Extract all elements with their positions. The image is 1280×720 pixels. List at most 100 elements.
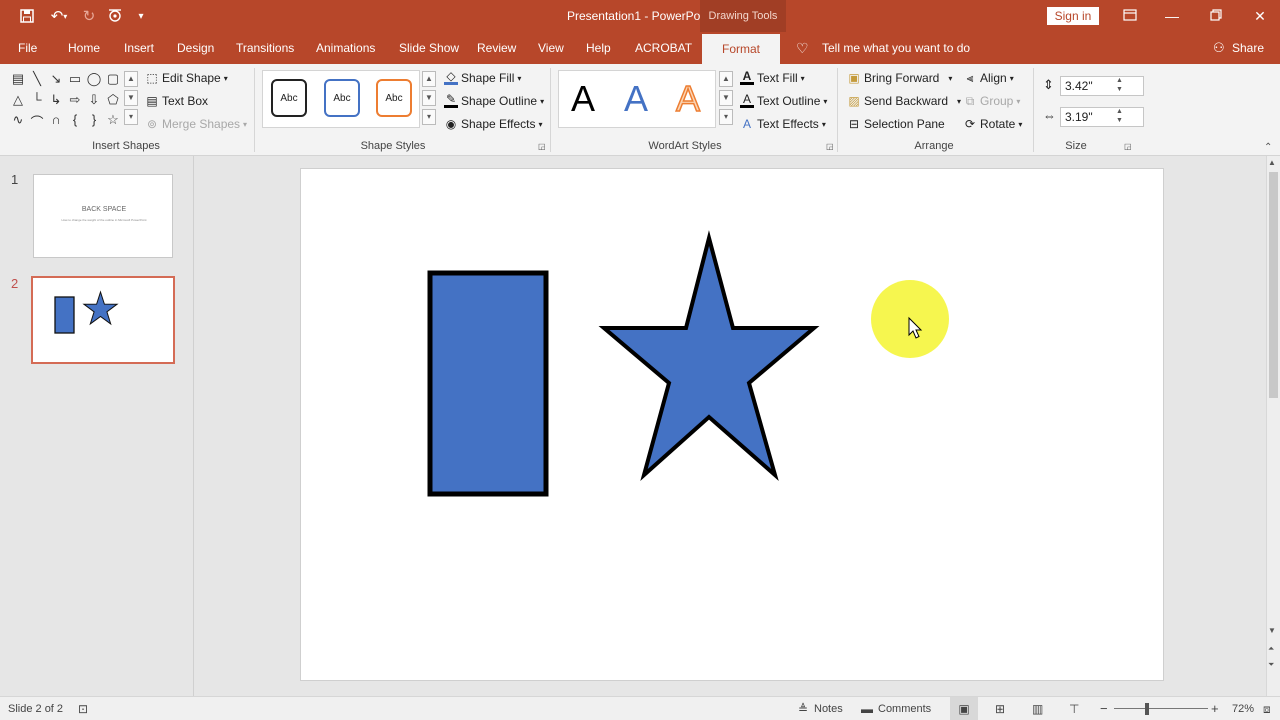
- tab-design[interactable]: Design: [177, 32, 214, 64]
- wordart-black-letter[interactable]: A: [571, 76, 595, 122]
- tab-view[interactable]: View: [538, 32, 564, 64]
- star-shape-icon[interactable]: ☆: [104, 112, 122, 128]
- vertical-scrollbar[interactable]: ▲ ▼ ⏶ ⏷: [1266, 156, 1280, 696]
- styles-scroll-up-icon[interactable]: ▲: [422, 71, 436, 87]
- rounded-rect-shape-icon[interactable]: ▢: [104, 71, 122, 87]
- right-arrow-shape-icon[interactable]: ⇨: [66, 92, 84, 108]
- elbow-connector-shape-icon[interactable]: └: [28, 92, 46, 107]
- wordart-orange-letter[interactable]: A: [675, 76, 701, 122]
- tab-home[interactable]: Home: [68, 32, 100, 64]
- merge-shapes-button[interactable]: ⊚ Merge Shapes ▾: [145, 114, 247, 134]
- shape-effects-button[interactable]: ◉ Shape Effects ▾: [444, 114, 543, 134]
- scroll-down-icon[interactable]: ▼: [1268, 626, 1276, 635]
- shape-height-input[interactable]: 3.42": [1060, 76, 1144, 96]
- wordart-scroll-down-icon[interactable]: ▼: [719, 90, 733, 106]
- align-button[interactable]: ⫷ Align ▾: [963, 68, 1014, 88]
- selection-pane-button[interactable]: ⊟ Selection Pane: [847, 114, 945, 134]
- collapse-ribbon-icon[interactable]: ⌃: [1264, 142, 1272, 153]
- blue-rectangle-shape[interactable]: [427, 270, 549, 497]
- tab-format[interactable]: Format: [702, 34, 780, 64]
- zoom-slider[interactable]: [1114, 708, 1208, 709]
- prev-slide-icon[interactable]: ⏶: [1268, 644, 1274, 654]
- restore-icon[interactable]: [1194, 0, 1238, 32]
- shapes-scroll-up-icon[interactable]: ▲: [124, 71, 138, 87]
- wordart-blue-letter[interactable]: A: [624, 76, 648, 122]
- tab-file[interactable]: File: [18, 32, 37, 64]
- slide-thumbnail-2[interactable]: [31, 276, 175, 364]
- styles-scroll-down-icon[interactable]: ▼: [422, 90, 436, 106]
- shape-outline-button[interactable]: ✎ Shape Outline ▾: [444, 91, 544, 111]
- tab-insert[interactable]: Insert: [124, 32, 154, 64]
- line-shape-icon[interactable]: ╲: [28, 71, 46, 87]
- slideshow-view-icon[interactable]: ⊤: [1069, 697, 1079, 720]
- shape-styles-launcher-icon[interactable]: ◲: [538, 142, 546, 151]
- textbox-shape-icon[interactable]: ▤: [9, 71, 27, 87]
- ribbon-display-icon[interactable]: [1108, 0, 1152, 32]
- shape-width-input[interactable]: 3.19": [1060, 107, 1144, 127]
- normal-view-icon[interactable]: ▣: [950, 697, 978, 720]
- tab-help[interactable]: Help: [586, 32, 611, 64]
- rotate-button[interactable]: ⟳ Rotate ▾: [963, 114, 1022, 134]
- arrow-line-shape-icon[interactable]: ↘: [47, 71, 65, 87]
- notes-button[interactable]: Notes: [814, 697, 843, 720]
- slide-canvas[interactable]: [300, 168, 1164, 681]
- text-outline-button[interactable]: A Text Outline ▾: [740, 91, 827, 111]
- send-backward-button[interactable]: ▨ Send Backward ▾: [847, 91, 961, 111]
- zoom-out-icon[interactable]: −: [1100, 697, 1108, 720]
- share-button[interactable]: Share: [1232, 32, 1264, 64]
- sign-in-button[interactable]: Sign in: [1047, 7, 1099, 25]
- brace-right-shape-icon[interactable]: }: [85, 112, 103, 127]
- shapes-more-icon[interactable]: ▾: [124, 109, 138, 125]
- zoom-in-icon[interactable]: +: [1211, 697, 1219, 720]
- wordart-launcher-icon[interactable]: ◲: [826, 142, 834, 151]
- bring-forward-button[interactable]: ▣ Bring Forward ▾: [847, 68, 952, 88]
- edit-shape-button[interactable]: ⬚ Edit Shape ▾: [145, 68, 227, 88]
- height-spinner-icon[interactable]: ▲ ▼: [1116, 76, 1123, 94]
- tab-review[interactable]: Review: [477, 32, 516, 64]
- text-effects-button[interactable]: A Text Effects ▾: [740, 114, 826, 134]
- tab-acrobat[interactable]: ACROBAT: [635, 32, 692, 64]
- wordart-scroll-up-icon[interactable]: ▲: [719, 71, 733, 87]
- size-launcher-icon[interactable]: ◲: [1124, 142, 1132, 151]
- width-spinner-icon[interactable]: ▲ ▼: [1116, 107, 1123, 125]
- comments-button[interactable]: Comments: [878, 697, 931, 720]
- zoom-slider-thumb[interactable]: [1145, 703, 1149, 715]
- next-slide-icon[interactable]: ⏷: [1268, 660, 1274, 670]
- elbow-arrow-shape-icon[interactable]: ↳: [47, 92, 65, 108]
- shape-style-swatch-orange[interactable]: Abc: [376, 79, 412, 117]
- close-icon[interactable]: ✕: [1238, 0, 1280, 32]
- shape-style-swatch-black[interactable]: Abc: [271, 79, 307, 117]
- tab-slide-show[interactable]: Slide Show: [399, 32, 459, 64]
- zoom-level[interactable]: 72%: [1232, 697, 1254, 720]
- shape-fill-button[interactable]: ◇ Shape Fill ▾: [444, 68, 521, 88]
- group-button[interactable]: ⧉ Group ▾: [963, 91, 1021, 111]
- curve-shape-icon[interactable]: ∿: [9, 112, 27, 128]
- text-fill-button[interactable]: A Text Fill ▾: [740, 68, 805, 88]
- flowchart-shape-icon[interactable]: ⬠: [104, 92, 122, 108]
- minimize-icon[interactable]: —: [1150, 0, 1194, 32]
- wordart-more-icon[interactable]: ▾: [719, 109, 733, 125]
- tell-me-input[interactable]: Tell me what you want to do: [822, 32, 970, 64]
- shapes-scroll-down-icon[interactable]: ▼: [124, 90, 138, 106]
- oval-shape-icon[interactable]: ◯: [85, 71, 103, 87]
- shape-style-swatch-blue[interactable]: Abc: [324, 79, 360, 117]
- text-box-button[interactable]: ▤ Text Box: [145, 91, 208, 111]
- rectangle-shape-icon[interactable]: ▭: [66, 71, 84, 87]
- freeform-shape-icon[interactable]: ∩: [47, 112, 65, 127]
- brace-left-shape-icon[interactable]: {: [66, 112, 84, 127]
- slide-thumbnail-1[interactable]: BACK SPACE How to change the weight of t…: [33, 174, 173, 258]
- styles-more-icon[interactable]: ▾: [422, 109, 436, 125]
- accessibility-icon[interactable]: ⊡: [78, 697, 88, 720]
- tab-animations[interactable]: Animations: [316, 32, 375, 64]
- scroll-up-icon[interactable]: ▲: [1268, 158, 1276, 167]
- scroll-thumb[interactable]: [1269, 172, 1278, 398]
- arc-shape-icon[interactable]: ⌒: [28, 112, 46, 131]
- down-arrow-shape-icon[interactable]: ⇩: [85, 92, 103, 108]
- fit-to-window-icon[interactable]: ⧈: [1263, 697, 1271, 720]
- slide-sorter-icon[interactable]: ⊞: [995, 697, 1005, 720]
- triangle-shape-icon[interactable]: △: [9, 92, 27, 108]
- blue-star-shape[interactable]: [598, 230, 820, 481]
- reading-view-icon[interactable]: ▥: [1032, 697, 1043, 720]
- merge-shapes-label: Merge Shapes: [162, 117, 241, 131]
- tab-transitions[interactable]: Transitions: [236, 32, 294, 64]
